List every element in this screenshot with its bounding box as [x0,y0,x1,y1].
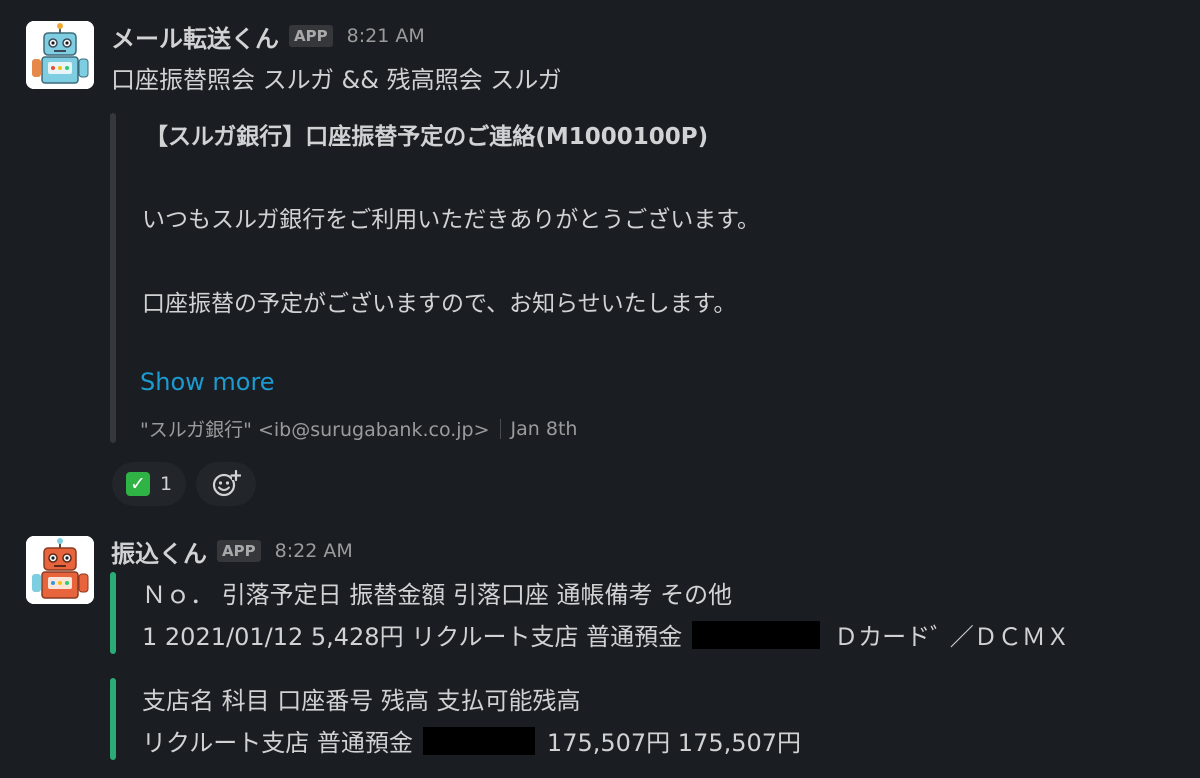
add-reaction-button[interactable] [196,462,256,506]
show-more-link[interactable]: Show more [140,368,275,396]
attachment-body-line: いつもスルガ銀行をご利用いただきありがとうございます。 [142,207,761,233]
timestamp[interactable]: 8:21 AM [347,25,425,47]
attachment-footer: "スルガ銀行" <ib@surugabank.co.jp> Jan 8th [140,415,577,442]
field-bar [110,572,116,654]
field-row-prefix: リクルート支店 普通預金 [142,729,413,757]
sender-name[interactable]: メール転送くん [111,19,279,54]
field-row-suffix: 175,507円 175,507円 [546,729,802,757]
attachment-title: 【スルガ銀行】口座振替予定のご連絡(M1000100P) [145,124,709,150]
field-row-line: 1 2021/01/12 5,428円 リクルート支店 普通預金 Ｄカードﾞ ／… [142,617,1070,652]
attachment-body-line: 口座振替の予定がございますので、お知らせいたします。 [142,291,737,317]
message-text: 口座振替照会 スルガ && 残高照会 スルガ [111,66,562,94]
attachment-date: Jan 8th [510,417,578,440]
field-row-suffix: Ｄカードﾞ ／ＤＣＭＸ [834,623,1070,651]
app-badge: APP [289,25,333,47]
add-emoji-icon [212,469,241,497]
reaction-count: 1 [159,473,173,495]
message-header: 振込くん APP 8:22 AM [111,533,353,569]
timestamp[interactable]: 8:22 AM [275,540,353,562]
attachment-bar [110,113,116,443]
redacted-account-number [422,726,535,755]
field-header-line: 支店名 科目 口座番号 残高 支払可能残高 [142,687,581,715]
field-row-prefix: 1 2021/01/12 5,428円 リクルート支店 普通預金 [142,623,683,651]
field-row-line: リクルート支店 普通預金 175,507円 175,507円 [142,723,801,758]
message-header: メール転送くん APP 8:21 AM [111,18,425,54]
field-bar [110,678,116,760]
robot-blue-icon[interactable] [26,21,94,89]
app-badge: APP [217,540,261,562]
robot-orange-icon[interactable] [26,536,94,604]
footer-divider [499,418,501,439]
attachment-sender: "スルガ銀行" <ib@surugabank.co.jp> [140,419,490,441]
redacted-account-number [692,620,821,649]
sender-name[interactable]: 振込くん [111,534,207,569]
field-header-line: Ｎｏ． 引落予定日 振替金額 引落口座 通帳備考 その他 [142,581,733,609]
white-check-mark-icon: ✓ [125,472,150,496]
reaction-check-button[interactable]: ✓ 1 [112,462,186,506]
